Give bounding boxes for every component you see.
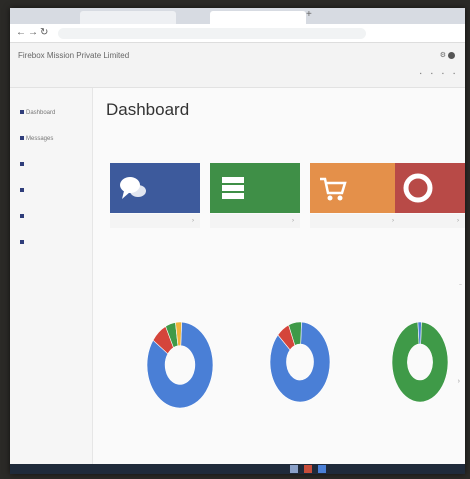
messages-icon — [20, 136, 24, 141]
menu-icon — [20, 240, 24, 245]
header-link[interactable]: ▪ — [453, 71, 455, 77]
sidebar-item-messages[interactable]: Messages — [20, 136, 53, 142]
donut-chart[interactable] — [390, 320, 450, 404]
back-icon[interactable]: ← — [16, 27, 26, 38]
taskbar — [10, 464, 465, 474]
monitor-screen: + ← → ↻ Firebox Mission Private Limited … — [10, 8, 465, 474]
browser-tab-active[interactable] — [210, 11, 306, 24]
card-footer[interactable]: › — [395, 214, 465, 228]
card-footer[interactable]: › — [210, 214, 300, 228]
browser-tab[interactable] — [80, 11, 176, 24]
sidebar-item-label: Dashboard — [26, 110, 56, 116]
menu-icon — [20, 214, 24, 219]
taskbar-app-icon[interactable] — [290, 465, 298, 473]
arrow-right-icon: › — [192, 218, 194, 224]
taskbar-app-icon[interactable] — [318, 465, 326, 473]
donut-chart[interactable] — [145, 320, 215, 410]
main-content: Dashboard › › › › − › — [100, 88, 465, 474]
app-header: Firebox Mission Private Limited ⚙ ▪ ▪ ▪ … — [10, 43, 465, 88]
arrow-right-icon: › — [457, 218, 459, 224]
card-footer[interactable]: › — [110, 214, 200, 228]
arrow-right-icon: › — [292, 218, 294, 224]
settings-icon[interactable]: ⚙ — [440, 52, 446, 59]
page-title: Dashboard — [106, 100, 190, 119]
taskbar-app-icon[interactable] — [304, 465, 312, 473]
header-link[interactable]: ▪ — [431, 71, 433, 77]
cart-icon — [320, 177, 347, 201]
url-field[interactable] — [58, 28, 366, 39]
chat-bubbles-icon — [120, 177, 146, 199]
card-footer[interactable]: › — [310, 214, 400, 228]
sidebar-item[interactable] — [20, 188, 26, 194]
sidebar: Dashboard Messages — [10, 88, 93, 474]
new-tab-icon[interactable]: + — [306, 9, 312, 20]
menu-icon — [20, 188, 24, 193]
donut-chart[interactable] — [268, 320, 332, 404]
lifebuoy-icon — [403, 173, 433, 203]
user-avatar-icon[interactable] — [448, 51, 455, 59]
header-icons: ⚙ — [440, 51, 455, 59]
header-links: ▪ ▪ ▪ ▪ — [412, 71, 455, 77]
dashboard-icon — [20, 110, 24, 115]
browser-tab-bar: + — [10, 8, 465, 24]
app-title: Firebox Mission Private Limited — [18, 51, 130, 60]
arrow-right-icon: › — [392, 218, 394, 224]
sidebar-item-dashboard[interactable]: Dashboard — [20, 110, 55, 116]
sidebar-item[interactable] — [20, 214, 26, 220]
arrow-right-icon[interactable]: › — [458, 378, 460, 385]
sidebar-item[interactable] — [20, 162, 26, 168]
stat-card[interactable]: › — [310, 163, 400, 231]
card-body — [395, 163, 465, 213]
forward-icon[interactable]: → — [28, 27, 38, 38]
sidebar-item-label: Messages — [26, 136, 54, 142]
header-link[interactable]: ▪ — [420, 71, 422, 77]
stat-card[interactable]: › — [110, 163, 200, 231]
card-body — [110, 163, 200, 213]
stat-card[interactable]: › — [210, 163, 300, 231]
header-link[interactable]: ▪ — [442, 71, 444, 77]
reload-icon[interactable]: ↻ — [40, 27, 48, 38]
card-body — [310, 163, 400, 213]
sidebar-item[interactable] — [20, 240, 26, 246]
server-icon — [222, 177, 244, 199]
stat-card[interactable]: › — [395, 163, 465, 231]
collapse-icon[interactable]: − — [459, 282, 462, 288]
browser-address-bar: ← → ↻ — [10, 24, 465, 43]
card-body — [210, 163, 300, 213]
menu-icon — [20, 162, 24, 167]
